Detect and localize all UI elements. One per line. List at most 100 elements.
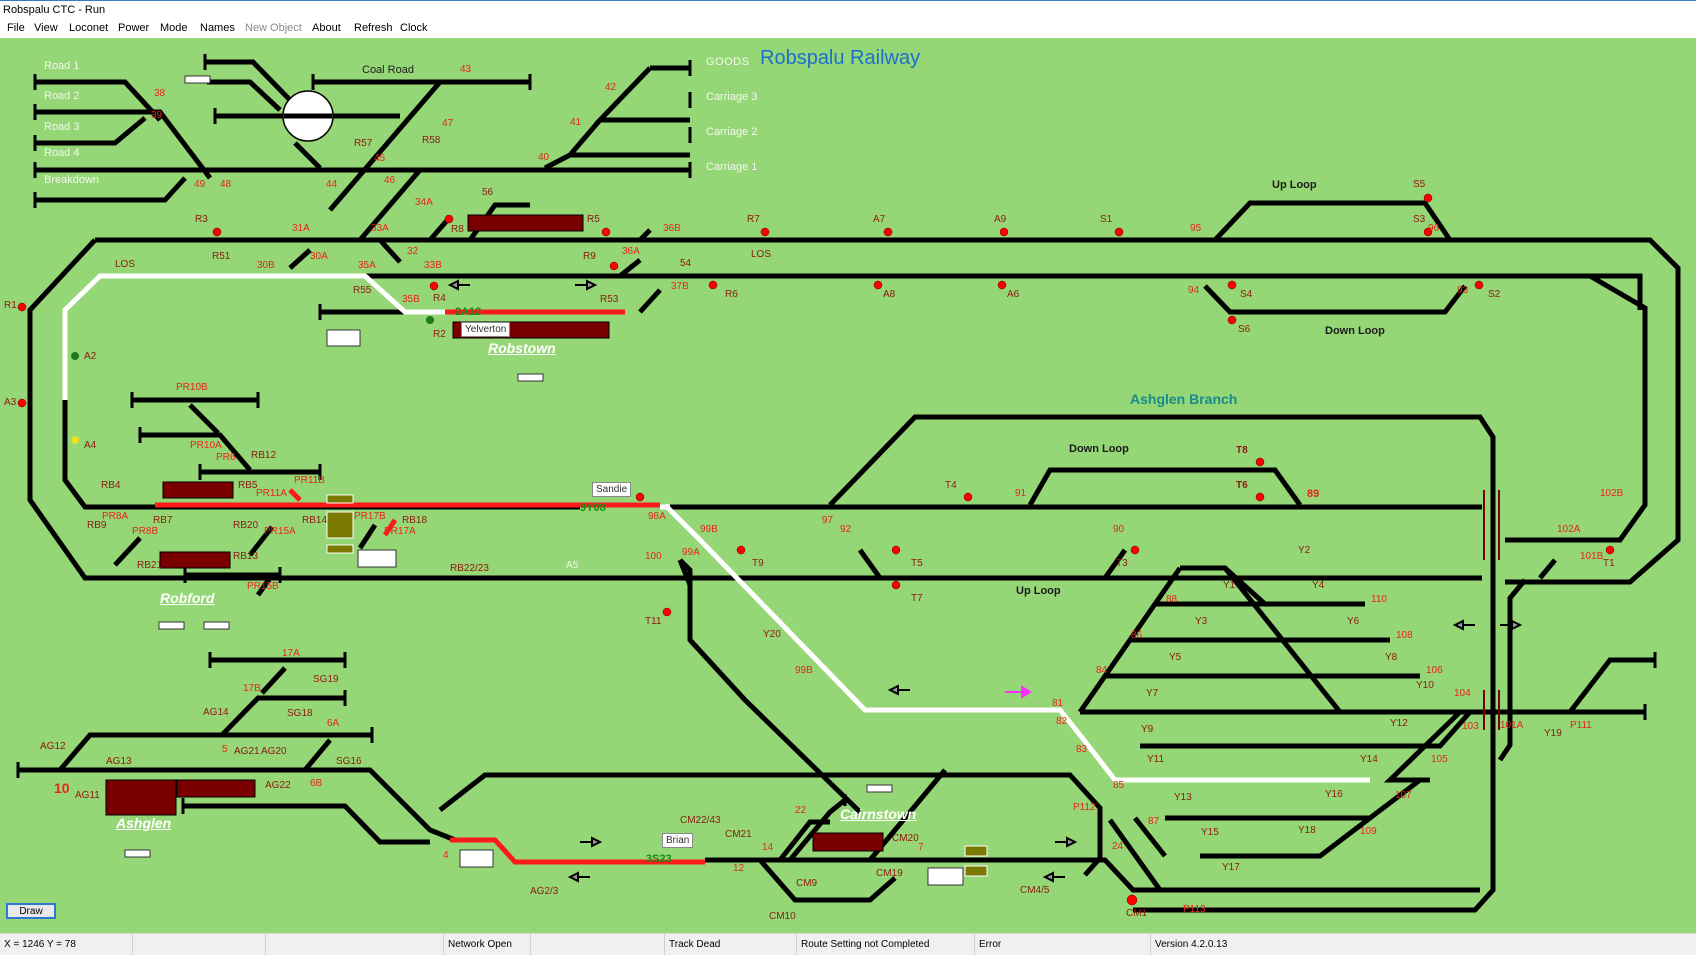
point-label[interactable]: 22 <box>795 805 806 816</box>
menu-power[interactable]: Power <box>118 22 149 34</box>
point-label[interactable]: 94 <box>1188 285 1199 296</box>
signal-label[interactable]: S3 <box>1413 214 1425 225</box>
point-label[interactable]: 12 <box>733 863 744 874</box>
signal-label[interactable]: R57 <box>354 138 372 149</box>
menu-mode[interactable]: Mode <box>160 22 188 34</box>
signal-label[interactable]: Y9 <box>1141 724 1153 735</box>
point-label[interactable]: 102A <box>1557 524 1580 535</box>
signal-label[interactable]: AG2/3 <box>530 886 558 897</box>
point-label[interactable]: PR10A <box>190 440 222 451</box>
signal-label[interactable]: T8 <box>1236 445 1248 456</box>
point-label[interactable]: PR11A <box>256 488 287 499</box>
menu-about[interactable]: About <box>312 22 341 34</box>
point-label[interactable]: 30B <box>257 260 275 271</box>
signal-label[interactable]: RB21 <box>137 560 162 571</box>
point-label[interactable]: 88 <box>1166 594 1177 605</box>
signal-label[interactable]: A3 <box>4 397 16 408</box>
signal-label[interactable]: Y7 <box>1146 688 1158 699</box>
point-label[interactable]: 101B <box>1580 551 1603 562</box>
signal-label[interactable]: Y15 <box>1201 827 1219 838</box>
point-label[interactable]: 89 <box>1307 488 1319 500</box>
signal-label[interactable]: Y16 <box>1325 789 1343 800</box>
point-label[interactable]: 83 <box>1076 744 1087 755</box>
signal-label[interactable]: Y5 <box>1169 652 1181 663</box>
point-label[interactable]: 36B <box>663 223 681 234</box>
point-label[interactable]: 48 <box>220 179 231 190</box>
point-label[interactable]: 110 <box>1371 594 1387 605</box>
point-label[interactable]: 96 <box>1428 223 1439 234</box>
point-label[interactable]: PR8B <box>132 526 158 537</box>
point-label[interactable]: 104 <box>1454 688 1471 699</box>
point-label[interactable]: 17B <box>243 683 261 694</box>
signal-label[interactable]: A2 <box>84 351 96 362</box>
point-label[interactable]: 34A <box>415 197 433 208</box>
signal-label[interactable]: A5 <box>566 560 578 571</box>
point-label[interactable]: 35A <box>358 260 376 271</box>
signal-label[interactable]: CM9 <box>796 878 817 889</box>
signal-label[interactable]: T5 <box>911 558 923 569</box>
signal-label[interactable]: Y18 <box>1298 825 1316 836</box>
signal-label[interactable]: 54 <box>680 258 691 269</box>
point-label[interactable]: 45 <box>374 153 385 164</box>
point-label[interactable]: PR6 <box>216 452 235 463</box>
train-id-3s23[interactable]: 3S23 <box>646 853 672 865</box>
point-label[interactable]: PR17A <box>384 526 416 537</box>
signal-label[interactable]: AG12 <box>40 741 66 752</box>
signal-label[interactable]: T4 <box>945 480 957 491</box>
signal-label[interactable]: RB7 <box>153 515 172 526</box>
signal-label[interactable]: RB4 <box>101 480 120 491</box>
point-label[interactable]: 99B <box>795 665 813 676</box>
signal-label[interactable]: Y17 <box>1222 862 1240 873</box>
signal-label[interactable]: CM10 <box>769 911 796 922</box>
point-label[interactable]: 93 <box>1457 285 1468 296</box>
signal-label[interactable]: R9 <box>583 251 596 262</box>
signal-label[interactable]: R3 <box>195 214 208 225</box>
train-id-9y08[interactable]: 9Y08 <box>580 502 606 514</box>
point-label[interactable]: P111 <box>1570 720 1592 731</box>
signal-label[interactable]: R1 <box>4 300 17 311</box>
point-label[interactable]: 91 <box>1015 488 1026 499</box>
signal-label[interactable]: R6 <box>725 289 738 300</box>
signal-label[interactable]: R5 <box>587 214 600 225</box>
signal-label[interactable]: Y11 <box>1147 754 1164 765</box>
signal-label[interactable]: AG11 <box>75 790 100 801</box>
train-id-2a12[interactable]: 2A12 <box>455 306 481 318</box>
station-cairnstown[interactable]: Cairnstown <box>840 806 916 822</box>
point-label[interactable]: 87 <box>1148 816 1159 827</box>
point-label[interactable]: 46 <box>384 175 395 186</box>
signal-label[interactable]: LOS <box>115 259 135 270</box>
point-label[interactable]: 32 <box>407 246 418 257</box>
signal-label[interactable]: CM21 <box>725 829 752 840</box>
point-label[interactable]: 4 <box>443 850 449 861</box>
point-label[interactable]: 37B <box>671 281 689 292</box>
point-label[interactable]: 105 <box>1431 754 1448 765</box>
signal-label[interactable]: S6 <box>1238 324 1250 335</box>
point-label[interactable]: 24 <box>1112 841 1123 852</box>
signal-label[interactable]: Y8 <box>1385 652 1397 663</box>
point-label[interactable]: 14 <box>762 842 773 853</box>
menu-refresh[interactable]: Refresh <box>354 22 393 34</box>
point-label[interactable]: 84 <box>1096 665 1107 676</box>
signal-label[interactable]: LOS <box>751 249 771 260</box>
signal-label[interactable]: AG21 <box>234 746 260 757</box>
signal-label[interactable]: AG22 <box>265 780 291 791</box>
signal-label[interactable]: A4 <box>84 440 96 451</box>
station-robford[interactable]: Robford <box>160 590 214 606</box>
point-label[interactable]: 97 <box>822 515 833 526</box>
signal-label[interactable]: S4 <box>1240 289 1252 300</box>
signal-label[interactable]: Y10 <box>1416 680 1434 691</box>
signal-label[interactable]: Y20 <box>763 629 781 640</box>
signal-label[interactable]: RB13 <box>233 551 258 562</box>
point-label[interactable]: 33A <box>371 223 389 234</box>
point-label[interactable]: 30A <box>310 251 328 262</box>
signal-label[interactable]: Y19 <box>1544 728 1562 739</box>
signal-label[interactable]: RB12 <box>251 450 276 461</box>
menu-loconet[interactable]: Loconet <box>69 22 108 34</box>
signal-label[interactable]: SG16 <box>336 756 362 767</box>
point-label[interactable]: 6B <box>310 778 322 789</box>
point-label[interactable]: PR10B <box>176 382 208 393</box>
signal-label[interactable]: T1 <box>1603 558 1615 569</box>
signal-label[interactable]: RB22/23 <box>450 563 489 574</box>
point-label[interactable]: 47 <box>442 118 453 129</box>
point-label[interactable]: 38 <box>154 88 165 99</box>
